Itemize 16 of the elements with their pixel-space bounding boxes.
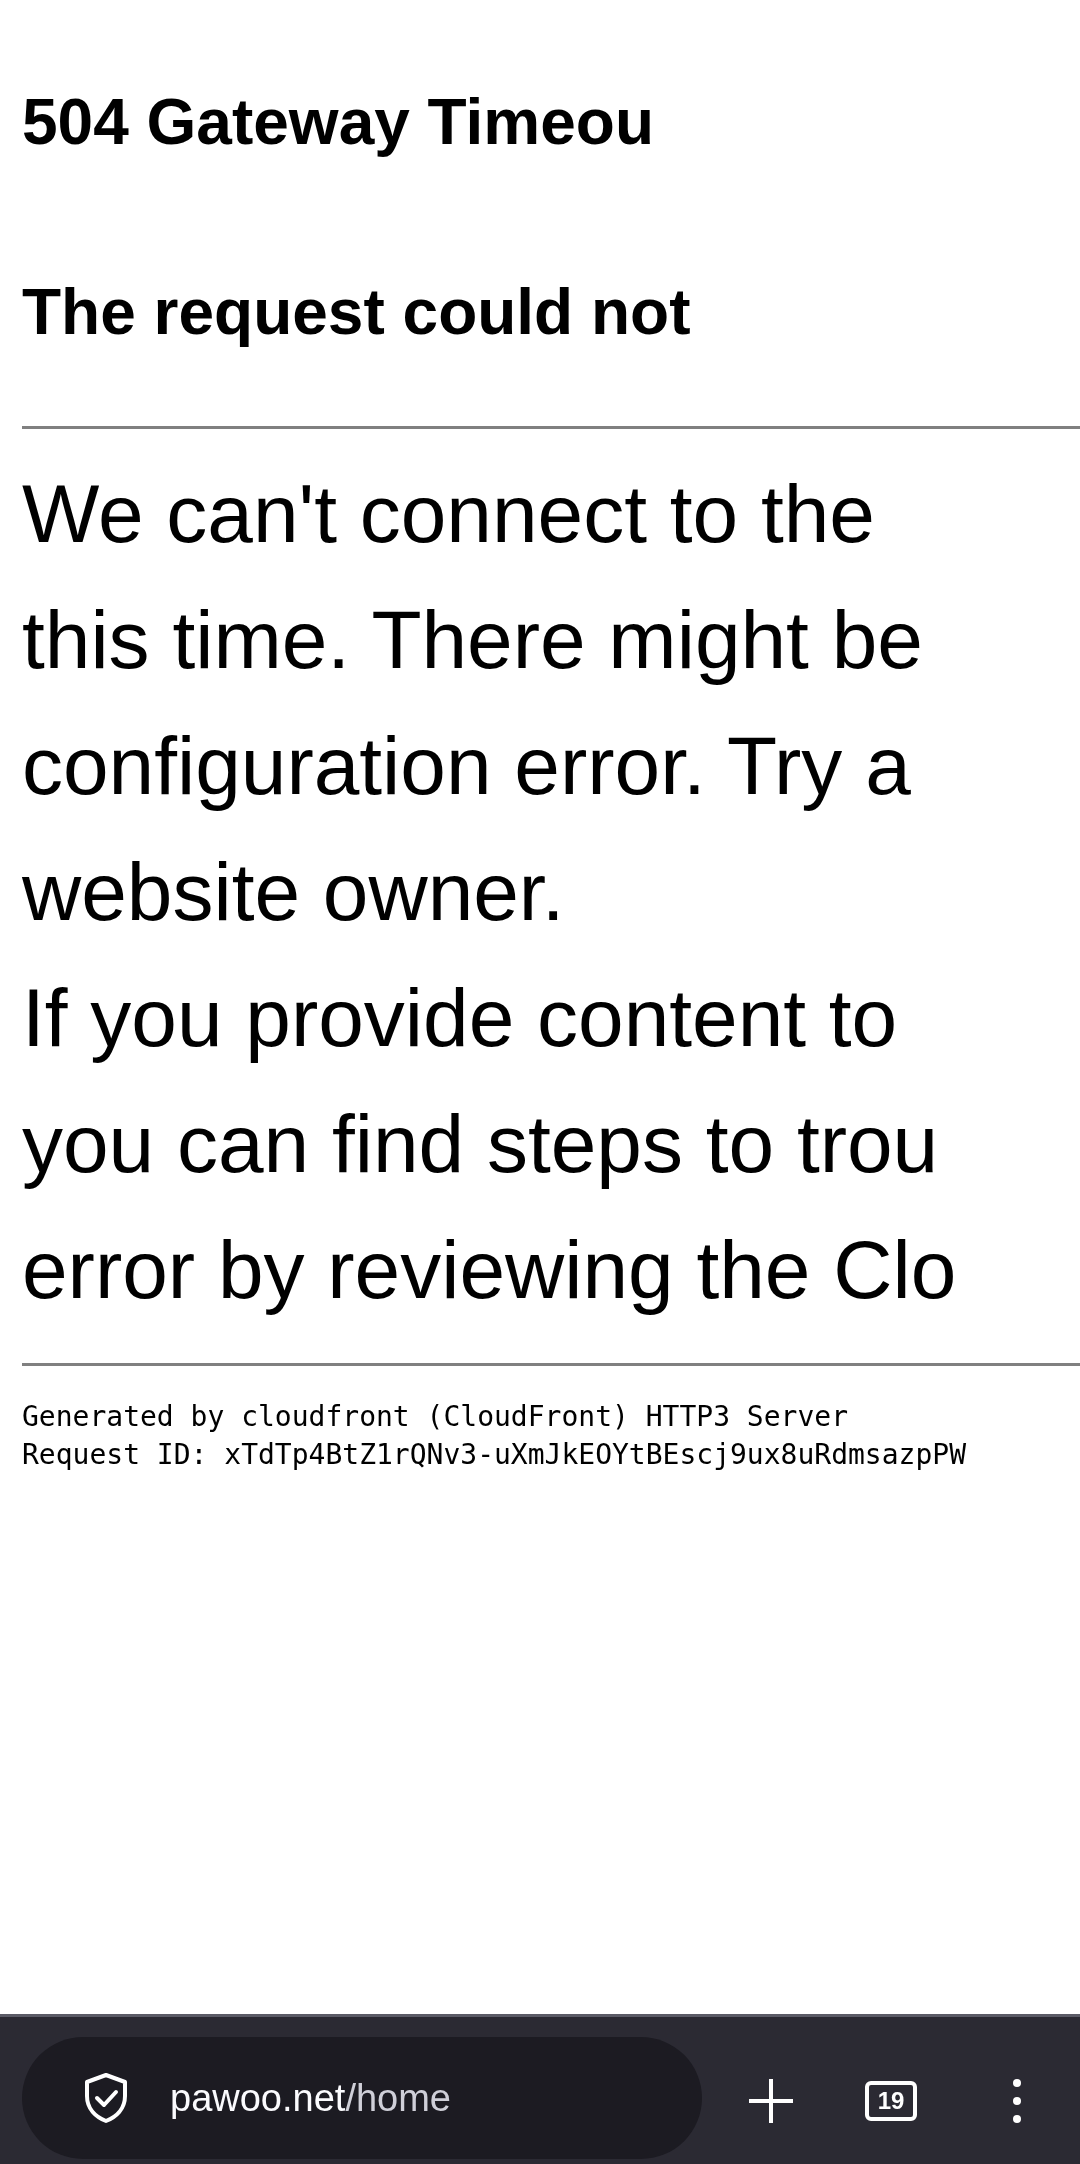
body-text: configuration error. Try a — [22, 719, 912, 813]
body-text: We can't connect to the — [22, 467, 876, 561]
more-icon — [1011, 2077, 1023, 2124]
body-text: error by reviewing the Clo — [22, 1223, 958, 1317]
footer-text: Request ID: xTdTp4BtZ1rQNv3-uXmJkEOYtBEscj9ux8uRdmsazpPW — [22, 1437, 967, 1473]
tab-count-button[interactable]: 19 — [865, 2080, 917, 2121]
body-text: this time. There might be — [22, 593, 924, 687]
address-bar[interactable]: pawoo.net/home — [22, 2037, 702, 2159]
body-text: If you provide content to — [22, 971, 899, 1065]
page-title: 504 Gateway Timeou — [22, 85, 655, 160]
footer-text: Generated by cloudfront (CloudFront) HTTP3 Server — [22, 1399, 849, 1435]
page-subtitle: The request could not — [22, 275, 692, 350]
shield-check-icon — [82, 2072, 130, 2124]
body-text: website owner. — [22, 845, 566, 939]
body-text: you can find steps to trou — [22, 1097, 940, 1191]
url-text: pawoo.net/home — [170, 2076, 451, 2120]
